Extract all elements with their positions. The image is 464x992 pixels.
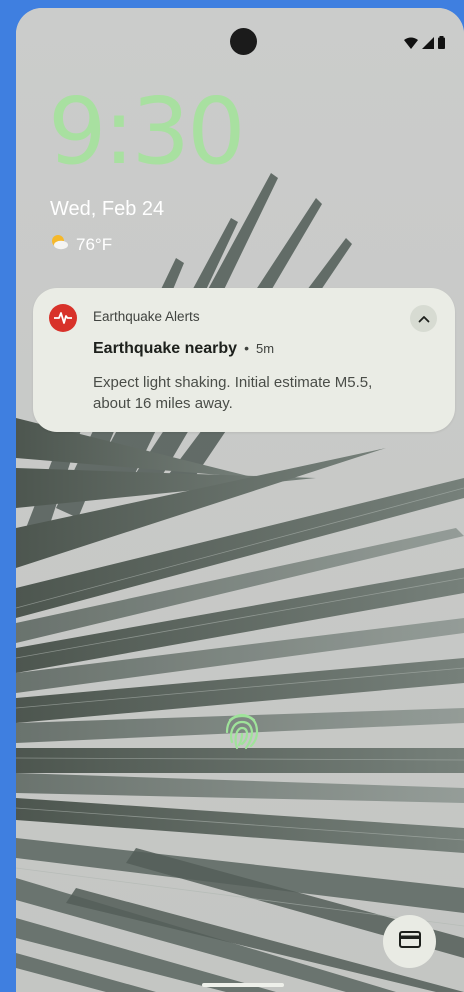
partly-cloudy-icon [50,234,70,255]
chevron-up-icon [418,310,430,328]
notification-body: Expect light shaking. Initial estimate M… [93,374,373,412]
weather-chip[interactable]: 76°F [50,234,112,255]
phone-screen: 9:30 Wed, Feb 24 76°F Earthquake Alerts … [16,8,464,992]
earthquake-alert-icon [49,304,77,332]
earthquake-notification[interactable]: Earthquake Alerts Earthquake nearby • 5m… [33,288,455,432]
battery-icon [438,36,445,54]
camera-cutout [230,28,257,55]
wallet-card-icon [398,930,421,953]
weather-temperature: 76°F [76,234,113,254]
notification-app-name: Earthquake Alerts [93,309,200,324]
notification-separator: • [244,340,249,356]
lock-screen-clock: 9:30 [48,78,246,185]
notification-header: Earthquake nearby • 5m [93,340,274,358]
notification-collapse-button[interactable] [410,305,437,332]
status-bar [404,36,445,54]
home-gesture-handle[interactable] [202,983,284,987]
fingerprint-icon[interactable] [224,710,260,752]
notification-time: 5m [255,341,275,356]
lock-screen-date: Wed, Feb 24 [50,198,165,220]
wallet-shortcut-button[interactable] [383,915,436,968]
wifi-icon [404,36,418,54]
cellular-signal-icon [422,36,434,54]
notification-title: Earthquake nearby [93,340,238,357]
